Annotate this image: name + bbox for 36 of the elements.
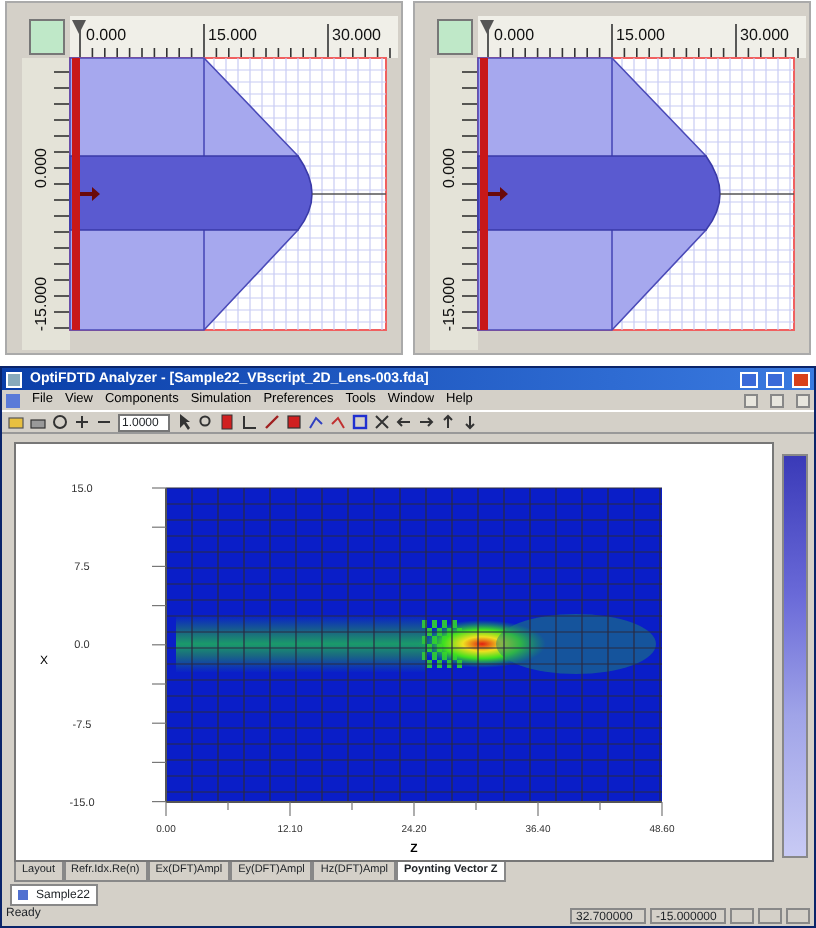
status-field — [758, 908, 782, 924]
pen-icon[interactable] — [264, 414, 280, 430]
maximize-button[interactable] — [766, 371, 784, 387]
axis-line — [311, 193, 387, 195]
status-field — [786, 908, 810, 924]
ruler-label: 0.000 — [32, 147, 50, 189]
status-field — [730, 908, 754, 924]
ruler-label: 0.000 — [440, 147, 458, 189]
fit-icon[interactable] — [352, 414, 368, 430]
arrow-down-icon[interactable] — [462, 414, 478, 430]
app-icon — [6, 371, 22, 387]
ruler-label: 15.000 — [208, 26, 257, 44]
arrow-icon — [80, 187, 100, 201]
arrow-up-icon[interactable] — [440, 414, 456, 430]
arrow-right-icon[interactable] — [418, 414, 434, 430]
ruler-label: -15.000 — [32, 276, 50, 332]
ruler-label: 0.000 — [494, 26, 535, 44]
document-icon — [6, 393, 20, 407]
pointer-icon[interactable] — [176, 414, 192, 430]
arrow-icon — [488, 187, 508, 201]
marker-icon[interactable] — [480, 20, 494, 34]
arrow-left-icon[interactable] — [396, 414, 412, 430]
focal-spot — [418, 620, 546, 668]
zoom-in-icon[interactable] — [74, 414, 90, 430]
ruler-label: 15.000 — [616, 26, 665, 44]
ruler-label: 30.000 — [332, 26, 381, 44]
document-icon — [18, 890, 28, 900]
corner-button[interactable] — [29, 19, 65, 55]
ruler-label: -15.000 — [440, 276, 458, 332]
marker-icon[interactable] — [72, 20, 86, 34]
ruler-label: 30.000 — [740, 26, 789, 44]
ruler-label: 0.000 — [86, 26, 127, 44]
search-icon[interactable] — [198, 414, 214, 430]
corner-button[interactable] — [437, 19, 473, 55]
axis-line — [719, 193, 795, 195]
restore-button[interactable] — [770, 393, 784, 407]
